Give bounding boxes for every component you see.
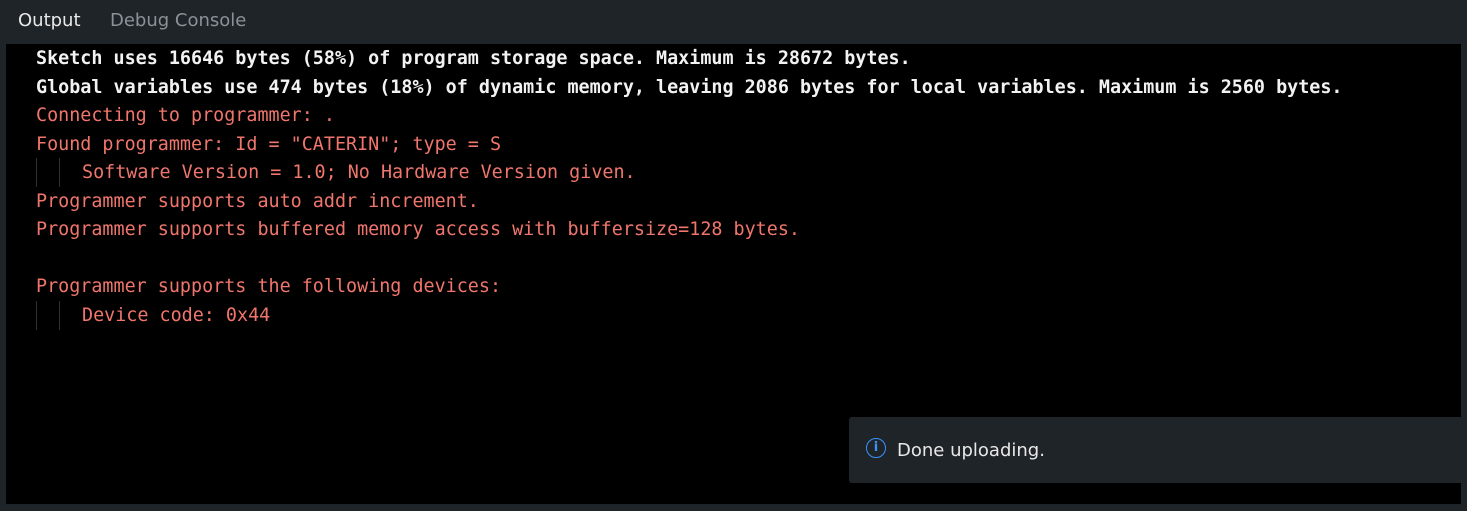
output-line: Programmer supports auto addr increment. <box>36 191 479 212</box>
indent-guide <box>36 301 37 330</box>
info-icon: i <box>866 438 886 458</box>
tab-output[interactable]: Output <box>18 10 81 32</box>
notification-message: Done uploading. <box>897 440 1045 461</box>
indent-guide <box>59 301 60 330</box>
output-panel: Output Debug Console Sketch uses 16646 b… <box>0 0 1467 511</box>
output-line: Connecting to programmer: . <box>36 105 335 126</box>
notification-toast[interactable]: i Done uploading. <box>849 417 1467 483</box>
output-line: Software Version = 1.0; No Hardware Vers… <box>82 162 636 183</box>
panel-tab-bar: Output Debug Console <box>0 0 1467 44</box>
output-line: Found programmer: Id = "CATERIN"; type =… <box>36 134 502 155</box>
tab-debug-console[interactable]: Debug Console <box>110 10 246 32</box>
indent-guide <box>59 158 60 187</box>
output-line: Programmer supports buffered memory acce… <box>36 219 800 240</box>
output-line: Global variables use 474 bytes (18%) of … <box>36 77 1343 98</box>
output-line: Sketch uses 16646 bytes (58%) of program… <box>36 48 911 69</box>
output-line: Device code: 0x44 <box>82 305 271 326</box>
indent-guide <box>36 158 37 187</box>
output-line: Programmer supports the following device… <box>36 276 502 297</box>
